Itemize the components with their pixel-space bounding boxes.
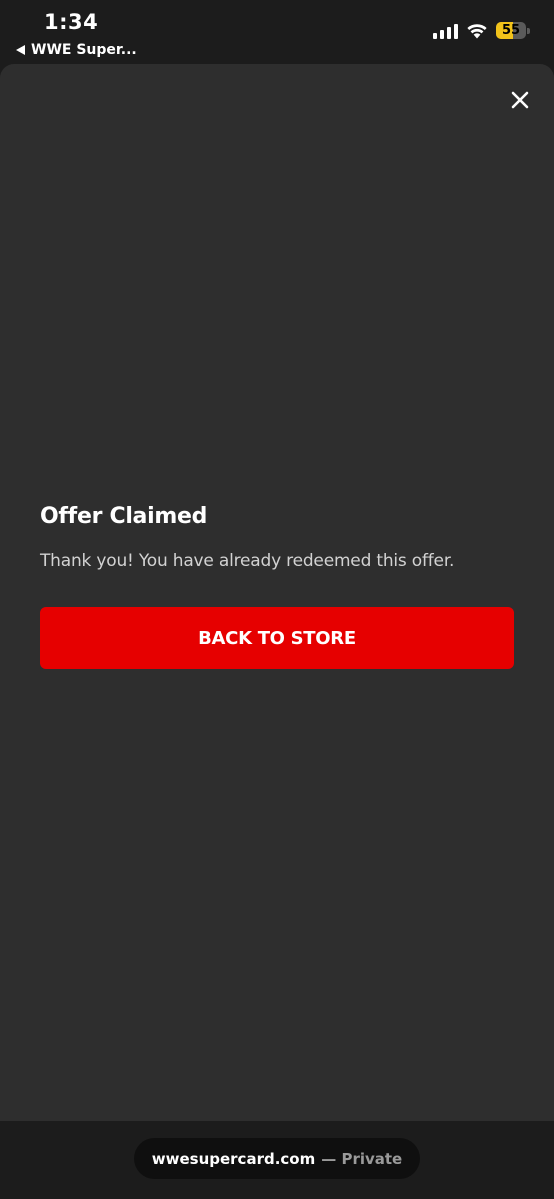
back-triangle-icon — [16, 45, 25, 55]
back-to-store-button[interactable]: BACK TO STORE — [40, 607, 514, 669]
battery-cap — [527, 27, 530, 34]
battery-icon: 55 — [496, 22, 526, 39]
status-bar: 1:34 WWE Super... 55 — [0, 0, 554, 64]
status-icons: 55 — [433, 22, 530, 39]
private-mode-label: — Private — [321, 1149, 403, 1168]
back-to-app-button[interactable]: WWE Super... — [16, 42, 137, 58]
offer-message: Thank you! You have already redeemed thi… — [40, 551, 455, 571]
url-domain: wwesupercard.com — [151, 1149, 316, 1168]
back-app-label: WWE Super... — [31, 42, 137, 58]
offer-sheet: Offer Claimed Thank you! You have alread… — [0, 64, 554, 1121]
battery-level: 55 — [501, 23, 521, 38]
cellular-signal-icon — [433, 23, 458, 39]
address-bar[interactable]: wwesupercard.com — Private — [134, 1138, 420, 1179]
wifi-icon — [467, 24, 487, 39]
offer-content: Offer Claimed Thank you! You have alread… — [40, 504, 514, 669]
page-title: Offer Claimed — [40, 504, 208, 529]
close-icon[interactable] — [506, 86, 534, 114]
status-time: 1:34 — [44, 10, 99, 34]
